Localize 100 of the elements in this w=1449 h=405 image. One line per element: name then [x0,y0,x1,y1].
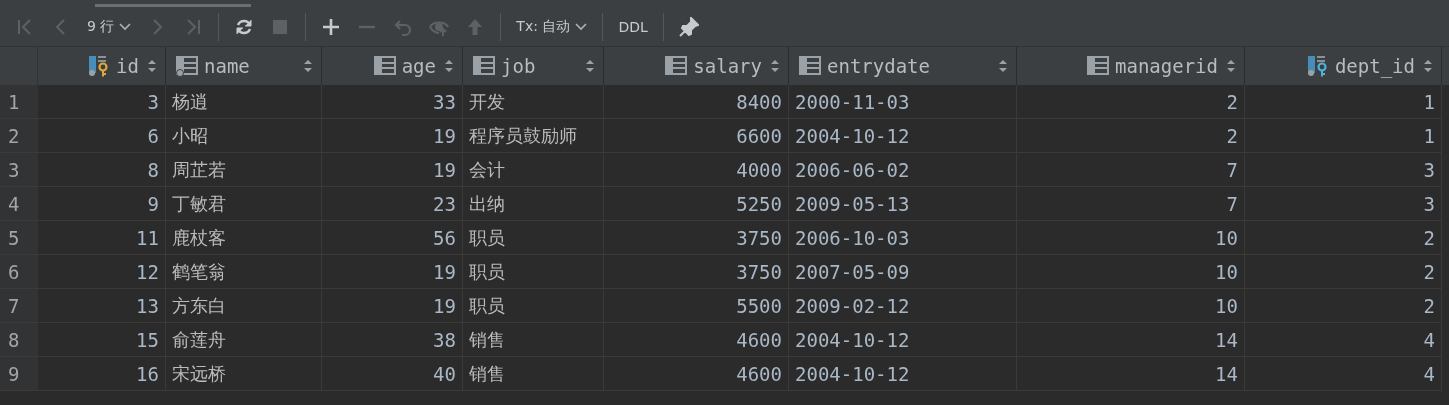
table-cell: 2006-10-03 [789,221,1017,255]
table-cell: 职员 [463,255,604,289]
table-cell: 38 [322,323,463,357]
table-cell: 2 [1245,255,1442,289]
column-header[interactable]: entrydate [789,47,1017,85]
table-cell: 2004-10-12 [789,323,1017,357]
table-cell: 销售 [463,357,604,391]
table-cell: 10 [1017,289,1245,323]
table-cell: 23 [322,187,463,221]
table-cell: 2009-05-13 [789,187,1017,221]
table-cell: 1 [1245,85,1442,119]
table-cell: 2 [1245,289,1442,323]
row-number: 6 [0,255,38,289]
table-cell: 8400 [604,85,789,119]
table-cell: 出纳 [463,187,604,221]
row-number: 9 [0,357,38,391]
table-cell: 杨逍 [166,85,322,119]
table-cell: 14 [1017,357,1245,391]
sort-icon[interactable] [147,59,157,73]
table-cell: 2004-10-12 [789,357,1017,391]
row-number: 1 [0,85,38,119]
table-cell: 19 [322,289,463,323]
table-cell: 2007-05-09 [789,255,1017,289]
table-cell: 小昭 [166,119,322,153]
sort-icon[interactable] [444,59,454,73]
table-cell: 4600 [604,357,789,391]
table-cell: 3750 [604,255,789,289]
table-cell: 6600 [604,119,789,153]
ddl-button[interactable]: DDL [613,15,653,39]
sort-icon[interactable] [303,59,313,73]
table-cell: 2 [1245,221,1442,255]
row-number: 2 [0,119,38,153]
table-cell: 12 [38,255,166,289]
column-header[interactable]: job [463,47,604,85]
sort-icon[interactable] [1226,59,1236,73]
sort-icon[interactable] [998,59,1008,73]
dropdown-button[interactable]: 9 行 [82,14,137,40]
table-cell: 7 [1017,187,1245,221]
table-cell: 10 [1017,221,1245,255]
row-number: 8 [0,323,38,357]
table-cell: 1 [1245,119,1442,153]
table-cell: 4000 [604,153,789,187]
table-cell: 11 [38,221,166,255]
table-cell: 14 [1017,323,1245,357]
column-header[interactable]: name [166,47,322,85]
table-cell: 13 [38,289,166,323]
table-cell: 4 [1245,357,1442,391]
table-cell: 9 [38,187,166,221]
table-cell: 鹤笔翁 [166,255,322,289]
table-cell: 2000-11-03 [789,85,1017,119]
table-cell: 会计 [463,153,604,187]
table-cell: 19 [322,255,463,289]
table-cell: 方东白 [166,289,322,323]
caret-icon [119,23,132,31]
table-cell: 5250 [604,187,789,221]
table-cell: 33 [322,85,463,119]
table-cell: 40 [322,357,463,391]
table-cell: 4600 [604,323,789,357]
table-cell: 4 [1245,323,1442,357]
row-number: 4 [0,187,38,221]
table-cell: 5500 [604,289,789,323]
row-number: 5 [0,221,38,255]
table-cell: 6 [38,119,166,153]
column-header[interactable]: dept_id [1245,47,1442,85]
table-cell: 10 [1017,255,1245,289]
sort-icon[interactable] [585,59,595,73]
column-header[interactable]: managerid [1017,47,1245,85]
dropdown-button[interactable]: Tx: 自动 [511,14,593,40]
row-number: 7 [0,289,38,323]
column-header[interactable]: salary [604,47,789,85]
table-cell: 7 [1017,153,1245,187]
table-cell: 程序员鼓励师 [463,119,604,153]
table-cell: 2009-02-12 [789,289,1017,323]
column-header[interactable]: age [322,47,463,85]
table-cell: 2004-10-12 [789,119,1017,153]
table-cell: 开发 [463,85,604,119]
table-cell: 职员 [463,289,604,323]
table-cell: 56 [322,221,463,255]
caret-icon [575,23,588,31]
table-cell: 鹿杖客 [166,221,322,255]
table-cell: 19 [322,153,463,187]
table-cell: 19 [322,119,463,153]
table-cell: 3 [1245,153,1442,187]
table-cell: 16 [38,357,166,391]
table-cell: 周芷若 [166,153,322,187]
table-cell: 15 [38,323,166,357]
table-cell: 销售 [463,323,604,357]
sort-icon[interactable] [770,59,780,73]
table-cell: 3 [1245,187,1442,221]
sort-icon[interactable] [1423,59,1433,73]
table-cell: 宋远桥 [166,357,322,391]
table-cell: 俞莲舟 [166,323,322,357]
table-cell: 8 [38,153,166,187]
table-cell: 丁敏君 [166,187,322,221]
table-cell: 3750 [604,221,789,255]
column-header[interactable]: id [38,47,166,85]
row-number: 3 [0,153,38,187]
table-cell: 2 [1017,119,1245,153]
table-cell: 职员 [463,221,604,255]
table-cell: 2006-06-02 [789,153,1017,187]
